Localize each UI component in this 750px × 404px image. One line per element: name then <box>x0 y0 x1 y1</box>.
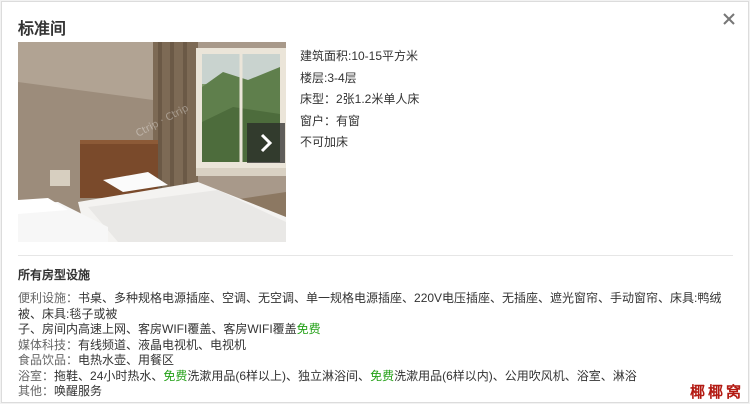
room-detail-dialog: 标准间 Ctrip · Ctrip 建筑面积:10-15平方米 楼层:3-4层 … <box>1 1 749 403</box>
free-badge: 免费 <box>296 322 321 336</box>
next-photo-button[interactable] <box>247 123 285 163</box>
room-extra-bed: 不可加床 <box>300 135 349 149</box>
chevron-right-icon <box>260 133 273 153</box>
facility-text-bath-b: 洗漱用品(6样以上)、独立淋浴间、 <box>187 368 371 383</box>
room-floor: 楼层:3-4层 <box>300 70 357 85</box>
facility-text-convenience-2: 子、房间内高速上网、客房WIFI覆盖、客房WIFI覆盖 <box>18 322 297 336</box>
facility-label-bath: 浴室： <box>18 368 55 383</box>
facility-row-food: 食品饮品：电热水壶、用餐区 <box>18 353 738 369</box>
facility-label-media: 媒体科技： <box>18 337 79 352</box>
room-window: 窗户：有窗 <box>300 113 361 128</box>
facilities-list: 便利设施：书桌、多种规格电源插座、空调、无空调、单一规格电源插座、220V电压插… <box>18 291 738 400</box>
facility-row-convenience: 便利设施：书桌、多种规格电源插座、空调、无空调、单一规格电源插座、220V电压插… <box>18 291 738 338</box>
room-title: 标准间 <box>18 21 67 38</box>
facility-label-food: 食品饮品： <box>18 353 79 367</box>
section-divider <box>18 255 733 256</box>
facility-row-other: 其他：唤醒服务 <box>18 384 738 400</box>
room-info: 建筑面积:10-15平方米 楼层:3-4层 床型：2张1.2米单人床 窗户：有窗… <box>300 46 419 154</box>
room-photo: Ctrip · Ctrip <box>18 42 286 242</box>
facility-label-convenience: 便利设施： <box>18 291 79 305</box>
facility-text-food: 电热水壶、用餐区 <box>78 353 175 367</box>
site-watermark: 椰椰窝 <box>689 383 744 401</box>
free-badge: 免费 <box>163 368 188 383</box>
facility-text-bath-a: 拖鞋、24小时热水、 <box>54 368 164 383</box>
room-bed-type: 床型：2张1.2米单人床 <box>300 92 420 106</box>
facility-text-other: 唤醒服务 <box>54 384 103 398</box>
facility-text-media: 有线频道、液晶电视机、电视机 <box>78 337 247 352</box>
facility-label-other: 其他： <box>18 384 55 398</box>
free-badge: 免费 <box>370 368 395 383</box>
facilities-title: 所有房型设施 <box>18 268 91 282</box>
facility-text-bath-c: 洗漱用品(6样以内)、公用吹风机、浴室、淋浴 <box>394 368 637 383</box>
facility-row-media: 媒体科技：有线频道、液晶电视机、电视机 <box>18 338 738 354</box>
room-area: 建筑面积:10-15平方米 <box>300 49 419 63</box>
close-icon[interactable] <box>720 10 738 28</box>
facility-row-bath: 浴室：拖鞋、24小时热水、免费洗漱用品(6样以上)、独立淋浴间、免费洗漱用品(6… <box>18 369 738 385</box>
facility-text-convenience: 书桌、多种规格电源插座、空调、无空调、单一规格电源插座、220V电压插座、无插座… <box>18 291 722 321</box>
